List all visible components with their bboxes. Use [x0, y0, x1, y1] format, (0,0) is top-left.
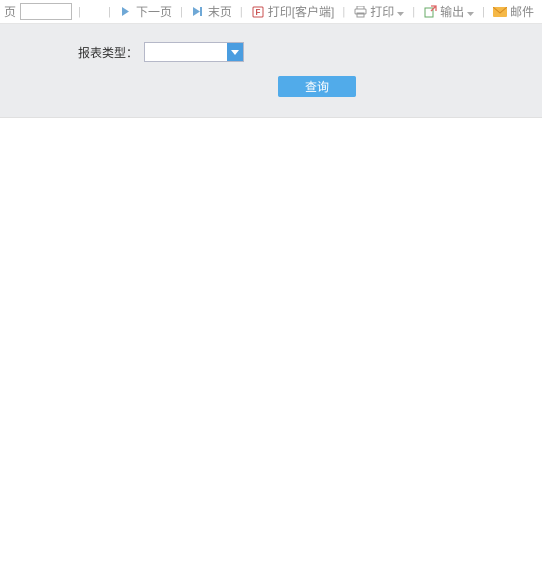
separator: | — [478, 6, 489, 18]
query-button-label: 查询 — [305, 78, 329, 95]
filter-area: 报表类型： 查询 — [0, 24, 542, 118]
last-page-button[interactable]: 末页 — [187, 3, 236, 20]
filter-row: 报表类型： — [0, 42, 542, 62]
printer-icon — [353, 5, 367, 19]
print-button[interactable]: 打印 — [349, 3, 408, 20]
chevron-down-icon — [397, 5, 404, 19]
separator: | — [74, 6, 85, 18]
print-label: 打印 — [370, 3, 394, 20]
page-input[interactable] — [20, 3, 72, 20]
combo-dropdown-button[interactable] — [227, 43, 243, 61]
separator: | — [408, 6, 419, 18]
print-client-button[interactable]: F 打印[客户端] — [247, 3, 339, 20]
report-type-combo[interactable] — [144, 42, 244, 62]
report-type-input[interactable] — [145, 43, 227, 61]
report-type-label: 报表类型： — [78, 44, 138, 61]
separator: | — [176, 6, 187, 18]
play-icon — [119, 5, 133, 19]
mail-icon — [493, 5, 507, 19]
page-label-fragment: 页 — [4, 3, 18, 20]
next-page-button[interactable]: 下一页 — [115, 3, 176, 20]
next-page-label: 下一页 — [136, 3, 172, 20]
play-end-icon — [191, 5, 205, 19]
separator: | — [338, 6, 349, 18]
print-client-label: 打印[客户端] — [268, 3, 335, 20]
separator: | — [236, 6, 247, 18]
chevron-down-icon — [467, 5, 474, 19]
export-icon — [423, 5, 437, 19]
chevron-down-icon — [231, 50, 239, 55]
toolbar: 页 | | 下一页 | 末页 | F 打印[客户端] | 打印 | — [0, 0, 542, 24]
flash-icon: F — [251, 5, 265, 19]
export-button[interactable]: 输出 — [419, 3, 478, 20]
mail-label: 邮件 — [510, 3, 534, 20]
last-page-label: 末页 — [208, 3, 232, 20]
query-button[interactable]: 查询 — [278, 76, 356, 97]
mail-button[interactable]: 邮件 — [489, 3, 538, 20]
export-label: 输出 — [440, 3, 464, 20]
separator: | — [104, 6, 115, 18]
button-row: 查询 — [0, 76, 542, 97]
svg-text:F: F — [255, 8, 260, 17]
